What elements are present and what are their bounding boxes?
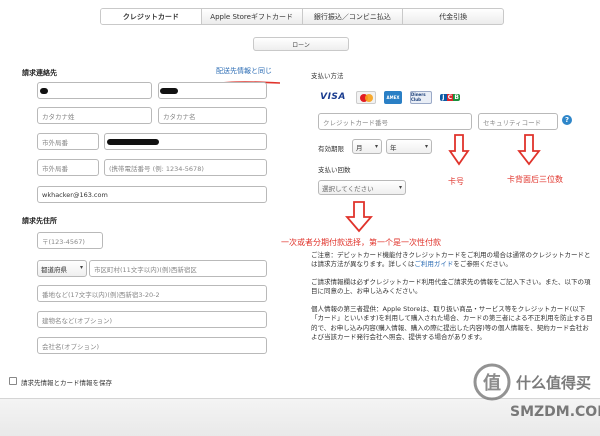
prefecture-select[interactable]: 都道府県 ▾ [37,260,87,277]
email-field[interactable]: wkhacker@163.com [37,186,267,203]
security-code-field[interactable]: セキュリティコード [478,113,558,130]
loan-button[interactable]: ローン [253,37,349,51]
annotation-installments: 一次或者分期付款选择，第一个是一次性付款 [281,238,441,247]
installment-label: 支払い回数 [318,166,351,174]
privacy-note: 個人情報の第三者提供：Apple Storeは、取り扱い商品・サービス等をクレジ… [311,305,593,342]
save-info-label: 請求先情報とカード情報を保存 [21,379,112,387]
diners-club-logo-icon: Diners Club [410,90,432,104]
usage-guide-link[interactable]: ご利用ガイド [414,260,453,268]
tab-credit-card[interactable]: クレジットカード [101,9,202,24]
company-field[interactable]: 会社名(オプション) [37,337,267,354]
save-info-checkbox[interactable] [9,377,17,385]
prefecture-select-label: 都道府県 [41,265,67,274]
card-number-field[interactable]: クレジットカード番号 [318,113,472,130]
area-code-field-2[interactable]: 市外局番 [37,159,99,176]
redacted-phone [107,139,159,145]
mobile-phone-field[interactable]: (携帯電話番号 (例: 1234-5678) [104,159,267,176]
city-field[interactable]: 市区町村(11文字以内)(例)西新宿区 [89,260,267,277]
expiry-year-value: 年 [390,143,397,152]
watermark-text-cn: 什么值得买 [516,374,592,392]
debit-card-note: ご注意：デビットカード機能付きクレジットカードをご利用の場合は通常のクレジットカ… [311,251,593,270]
street-field[interactable]: 番地など(17文字以内)(例)西新宿3-20-2 [37,285,267,302]
redacted-last-name [40,88,48,94]
debit-card-note-tail: をご参照ください。 [453,260,512,269]
expiry-year-select[interactable]: 年 ▾ [386,139,432,154]
expiry-month-select[interactable]: 月 ▾ [352,139,382,154]
amex-logo-icon: AMEX [384,90,402,104]
redacted-first-name [160,88,178,94]
chevron-down-icon: ▾ [79,264,83,271]
installment-select[interactable]: 選択してください ▾ [318,180,406,195]
red-arrow-down-icon [517,134,541,166]
tab-bank-transfer[interactable]: 銀行振込／コンビニ払込 [303,9,404,24]
area-code-field[interactable]: 市外局番 [37,133,99,150]
tab-apple-gift-card[interactable]: Apple Storeギフトカード [202,9,303,24]
billing-address-title: 請求先住所 [22,217,57,225]
same-as-shipping-link[interactable]: 配送先情報と同じ [216,66,272,76]
expiry-label: 有効期限 [318,145,344,153]
help-icon[interactable]: ? [562,115,572,125]
chevron-down-icon: ▾ [398,184,402,191]
red-arrow-down-icon [345,201,373,233]
billing-info-note: ご請求情報欄は必ずクレジットカード利用代金ご請求先の情報をご記入下さい。また、以… [311,278,591,296]
watermark-text-en: SMZDM.COM [510,404,600,420]
chevron-down-icon: ▾ [374,143,378,150]
payment-method-title: 支払い方法 [311,72,344,80]
building-field[interactable]: 建物名など(オプション) [37,311,267,328]
postal-code-field[interactable]: 〒(123-4567) [37,232,103,249]
red-arrow-down-icon [448,134,470,166]
mastercard-logo-icon [356,90,376,104]
jcb-letter-c: C [446,93,454,101]
jcb-logo-icon: J C B [440,90,461,104]
smzdm-logo-icon: 值 [473,363,511,401]
installment-select-placeholder: 選択してください [322,184,374,193]
smzdm-logo-glyph: 值 [483,372,501,394]
tab-cash-on-delivery[interactable]: 代金引換 [403,9,503,24]
jcb-letter-j: J [440,93,447,101]
kana-last-name-field[interactable]: カタカナ姓 [37,107,152,124]
visa-logo-icon: VISA [320,92,346,102]
annotation-security-code: 卡背面后三位数 [507,175,563,184]
jcb-letter-b: B [453,93,461,101]
smzdm-watermark: 值 什么值得买 SMZDM.COM [470,360,600,436]
annotation-card-number: 卡号 [448,177,464,186]
last-name-field[interactable] [37,82,152,99]
billing-contact-title: 請求連絡先 [22,69,57,77]
card-logos: VISA AMEX Diners Club J C B [318,90,461,104]
payment-method-tabs: クレジットカード Apple Storeギフトカード 銀行振込／コンビニ払込 代… [100,8,504,25]
kana-first-name-field[interactable]: カタカナ名 [158,107,267,124]
expiry-month-value: 月 [356,143,363,152]
chevron-down-icon: ▾ [424,143,428,150]
